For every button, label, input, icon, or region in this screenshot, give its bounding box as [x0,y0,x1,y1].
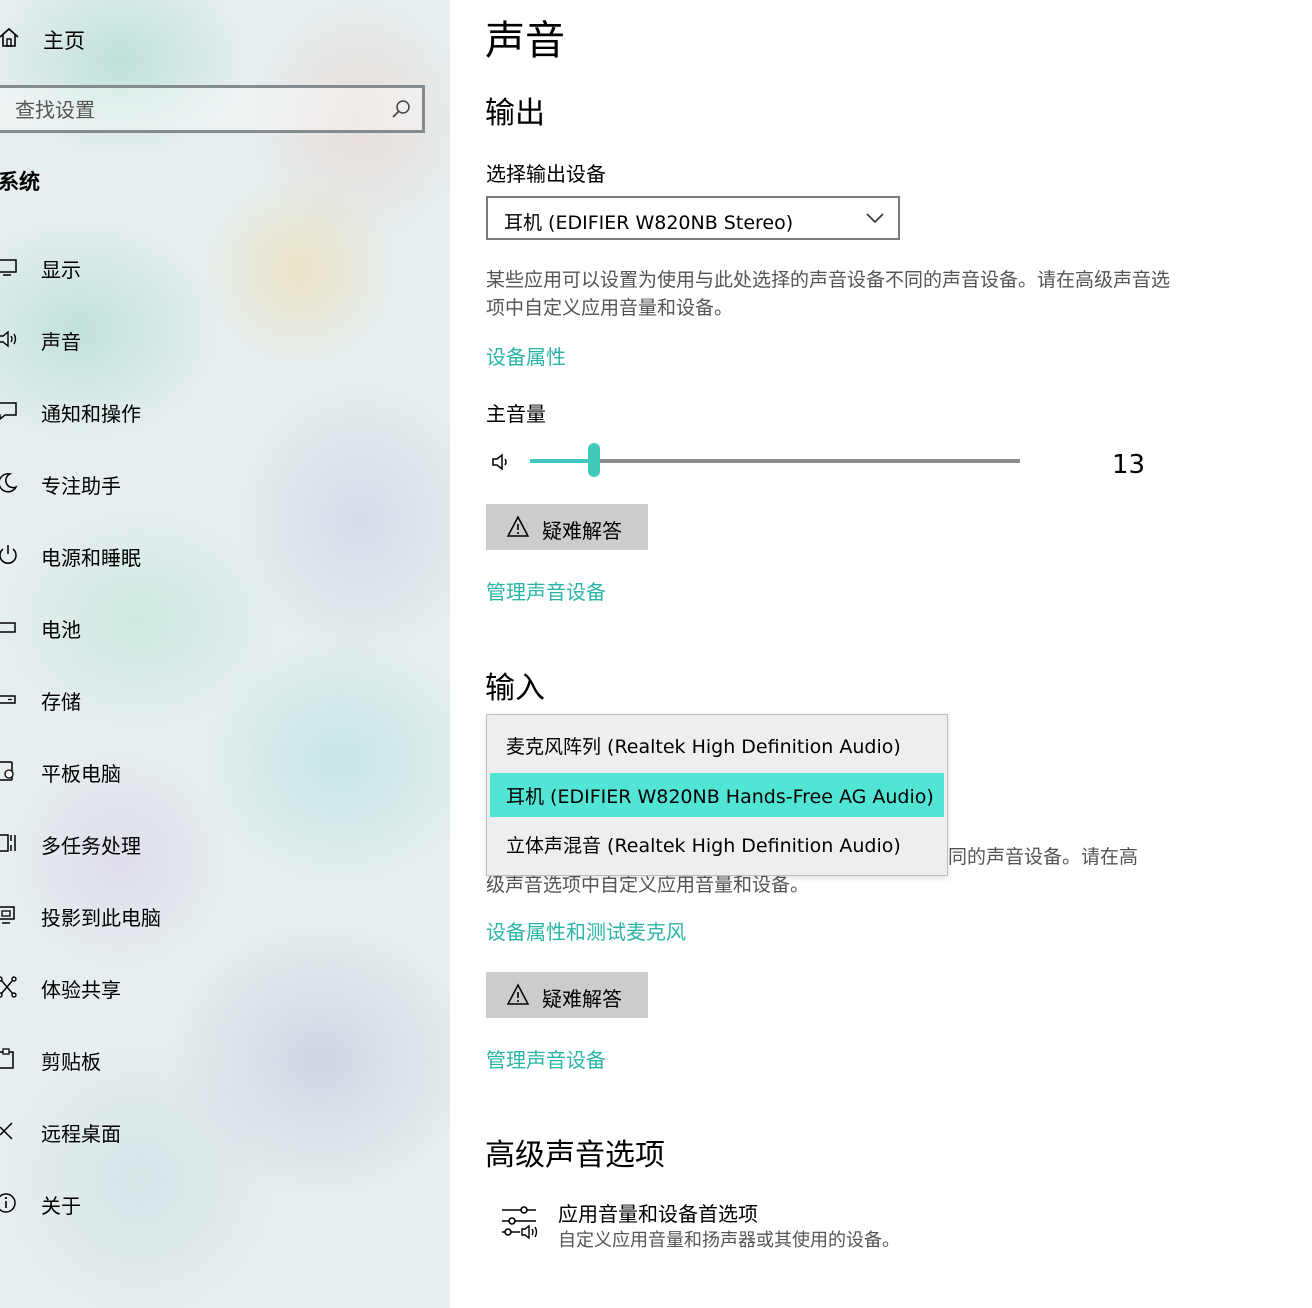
notification-icon [0,402,17,420]
speaker-icon [0,330,17,348]
sidebar-item-notifications[interactable]: 通知和操作 [0,389,440,433]
search-input[interactable] [13,88,377,132]
sidebar-item-tablet[interactable]: 平板电脑 [0,749,440,793]
volume-label: 主音量 [486,402,546,426]
page-title: 声音 [485,18,565,64]
nav-home[interactable]: 主页 [0,20,300,56]
sidebar-item-project[interactable]: 投影到此电脑 [0,893,440,937]
main-content: 声音 输出 选择输出设备 耳机 (EDIFIER W820NB Stereo) … [450,0,1312,1308]
sidebar: 主页 系统 显示 声音 通知和操作 专注助手 [0,0,450,1308]
input-troubleshoot-button[interactable]: 疑难解答 [486,972,648,1018]
volume-slider[interactable] [530,443,1020,477]
sidebar-item-label: 电池 [41,618,81,642]
share-icon [0,976,17,998]
input-device-option[interactable]: 立体声混音 (Realtek High Definition Audio) [490,822,944,866]
sidebar-item-label: 电源和睡眠 [41,546,141,570]
volume-slider-fill [530,459,594,463]
sidebar-item-sound[interactable]: 声音 [0,317,440,361]
battery-icon [0,622,16,633]
power-icon [0,545,17,564]
output-device-dropdown[interactable]: 耳机 (EDIFIER W820NB Stereo) [486,196,900,240]
input-device-option[interactable]: 麦克风阵列 (Realtek High Definition Audio) [490,723,944,767]
app-volume-preferences-item[interactable]: 应用音量和设备首选项 自定义应用音量和扬声器或其使用的设备。 [500,1196,1020,1260]
sidebar-item-battery[interactable]: 电池 [0,605,440,649]
sidebar-item-multitasking[interactable]: 多任务处理 [0,821,440,865]
output-heading: 输出 [485,96,545,131]
volume-slider-thumb[interactable] [588,443,600,477]
input-heading: 输入 [485,671,545,706]
sidebar-item-label: 通知和操作 [41,402,141,426]
sidebar-item-clipboard[interactable]: 剪贴板 [0,1037,440,1081]
info-icon [0,1193,16,1213]
warning-icon [506,515,530,537]
sidebar-item-storage[interactable]: 存储 [0,677,440,721]
sidebar-item-label: 声音 [41,330,81,354]
advanced-heading: 高级声音选项 [485,1138,665,1173]
sidebar-item-label: 关于 [41,1194,81,1218]
troubleshoot-label: 疑难解答 [542,987,622,1011]
remote-desktop-icon [0,1122,13,1140]
troubleshoot-label: 疑难解答 [542,519,622,543]
sidebar-item-power-sleep[interactable]: 电源和睡眠 [0,533,440,577]
sidebar-item-label: 多任务处理 [41,834,141,858]
device-properties-link[interactable]: 设备属性 [486,341,566,370]
chevron-down-icon [866,213,884,224]
project-icon [0,906,15,924]
sidebar-item-remote-desktop[interactable]: 远程桌面 [0,1109,440,1153]
sidebar-item-label: 平板电脑 [41,762,121,786]
sidebar-item-display[interactable]: 显示 [0,245,440,289]
sidebar-item-shared-experiences[interactable]: 体验共享 [0,965,440,1009]
home-icon [0,27,19,47]
tablet-icon [0,761,14,781]
search-icon[interactable] [390,98,412,120]
output-select-label: 选择输出设备 [486,162,606,186]
sidebar-item-label: 专注助手 [41,474,121,498]
clipboard-icon [0,1048,14,1069]
input-device-option-selected[interactable]: 耳机 (EDIFIER W820NB Hands-Free AG Audio) [490,773,944,817]
sidebar-item-label: 显示 [41,258,81,282]
sidebar-item-label: 剪贴板 [41,1050,101,1074]
volume-icon[interactable] [490,450,514,474]
app-volume-title: 应用音量和设备首选项 [558,1202,758,1226]
sidebar-item-label: 远程桌面 [41,1122,121,1146]
nav-home-label: 主页 [43,29,85,53]
option-label: 立体声混音 (Realtek High Definition Audio) [506,835,901,857]
option-label: 麦克风阵列 (Realtek High Definition Audio) [506,736,901,758]
storage-icon [0,695,16,704]
input-manage-devices-link[interactable]: 管理声音设备 [486,1044,606,1073]
warning-icon [506,983,530,1005]
moon-icon [0,473,18,493]
output-manage-devices-link[interactable]: 管理声音设备 [486,576,606,605]
display-icon [0,259,17,276]
multitask-icon [0,834,16,852]
option-label: 耳机 (EDIFIER W820NB Hands-Free AG Audio) [506,786,934,808]
sidebar-item-about[interactable]: 关于 [0,1181,440,1225]
sidebar-item-label: 存储 [41,690,81,714]
output-troubleshoot-button[interactable]: 疑难解答 [486,504,648,550]
sidebar-item-label: 投影到此电脑 [41,906,161,930]
volume-value: 13 [1112,450,1146,480]
mixer-icon [502,1206,538,1240]
input-description-line1: 同的声音设备。请在高 [948,846,1139,868]
search-box [0,85,425,133]
input-device-properties-link[interactable]: 设备属性和测试麦克风 [486,916,686,945]
input-device-dropdown-list: 麦克风阵列 (Realtek High Definition Audio) 耳机… [486,714,948,876]
sidebar-item-label: 体验共享 [41,978,121,1002]
app-volume-description: 自定义应用音量和扬声器或其使用的设备。 [558,1230,900,1251]
output-device-value: 耳机 (EDIFIER W820NB Stereo) [504,212,794,234]
group-title: 系统 [0,170,40,194]
output-description: 某些应用可以设置为使用与此处选择的声音设备不同的声音设备。请在高级声音选项中自定… [486,269,1171,319]
sidebar-item-focus-assist[interactable]: 专注助手 [0,461,440,505]
